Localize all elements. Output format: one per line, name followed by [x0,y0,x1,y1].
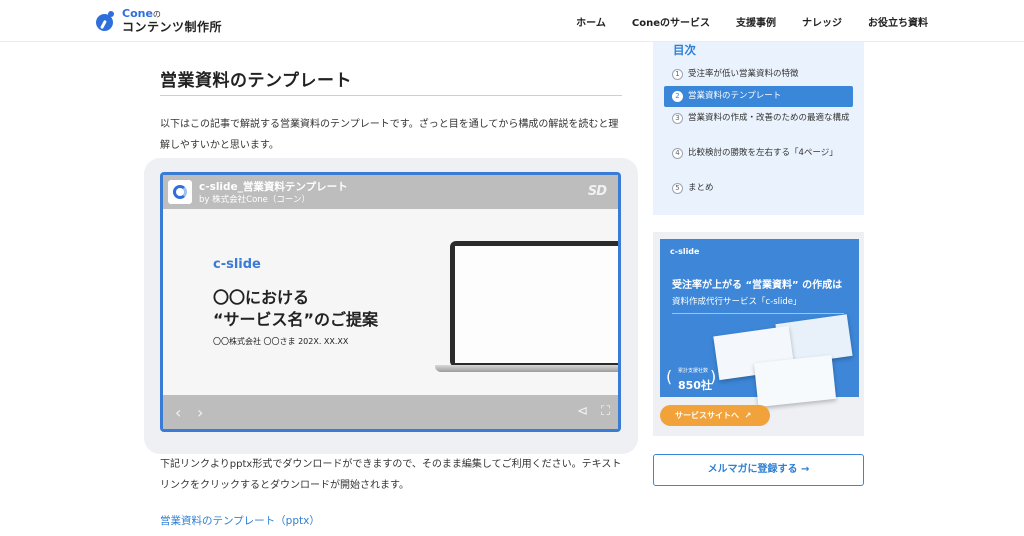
promo-logo: c-slide [670,247,700,256]
badge-caption: 累計支援社数 [678,368,709,374]
promo-divider [672,313,844,314]
nav-resources[interactable]: お役立ち資料 [868,14,928,29]
prev-slide-icon[interactable]: ‹ [175,403,181,422]
download-paragraph: 下記リンクよりpptx形式でダウンロードができますので、そのまま編集してご利用く… [160,459,622,491]
embed-author[interactable]: by 株式会社Cone（コーン） [199,193,310,205]
site-header: Coneの コンテンツ制作所 ホーム Coneのサービス 支援事例 ナレッジ お… [0,0,1024,42]
heading-divider [160,95,622,96]
speakerdeck-icon[interactable]: SD [588,184,607,199]
promo-subline: 資料作成代行サービス「c-slide」 [672,297,802,307]
toc-item[interactable]: 3 営業資料の作成・改善のための最適な構成 [664,112,853,125]
toc-number: 3 [672,113,683,124]
site-logo[interactable]: Coneの コンテンツ制作所 [96,8,222,33]
slide-embed[interactable]: c-slide_営業資料テンプレート by 株式会社Cone（コーン） SD c… [160,172,621,432]
laptop-illustration [450,241,618,367]
slide-brand: c-slide [213,257,261,272]
embed-title[interactable]: c-slide_営業資料テンプレート [199,179,348,194]
nav-home[interactable]: ホーム [576,14,606,29]
logo-no: の [152,10,161,19]
cone-logo-icon [96,10,116,31]
promo-headline: 受注率が上がる “営業資料” の作成は [672,280,843,291]
promo-banner[interactable]: c-slide 受注率が上がる “営業資料” の作成は 資料作成代行サービス「c… [660,239,859,407]
embed-controls: ‹ › ⊲ ⛶ [163,395,618,429]
promo-slide-image [753,355,837,407]
logo-subtitle: コンテンツ制作所 [122,20,223,34]
share-icon[interactable]: ⊲ [577,404,588,419]
next-slide-icon[interactable]: › [197,403,203,422]
laurel-left-icon: ( [666,367,673,386]
slide-client-date: 〇〇株式会社 〇〇さま 202X. XX.XX [213,337,349,346]
main-nav: ホーム Coneのサービス 支援事例 ナレッジ お役立ち資料 [576,14,928,29]
slide-heading-line2: “サービス名”のご提案 [213,310,379,329]
toc-number: 2 [672,91,683,102]
slide-heading-line1: 〇〇における [213,288,310,307]
external-link-icon: ↗ [741,411,752,420]
toc-label: 営業資料の作成・改善のための最適な構成 [688,113,850,123]
toc-label: 営業資料のテンプレート [688,91,782,101]
badge-number: 850社 [678,379,712,392]
intro-paragraph: 以下はこの記事で解説する営業資料のテンプレートです。ざっと目を通してから構成の解… [160,119,619,151]
c-slide-promo: c-slide 受注率が上がる “営業資料” の作成は 資料作成代行サービス「c… [653,232,864,436]
service-site-button[interactable]: サービスサイトへ ↗ [660,405,770,426]
service-site-label: サービスサイトへ [675,411,739,420]
newsletter-button[interactable]: メルマガに登録する → [653,454,864,486]
fullscreen-icon[interactable]: ⛶ [601,404,610,419]
toc-item[interactable]: 5 まとめ [664,182,853,195]
toc-label: 比較検討の勝敗を左右する「4ページ」 [688,148,838,158]
toc-item[interactable]: 4 比較検討の勝敗を左右する「4ページ」 [664,147,853,160]
embed-avatar[interactable] [168,180,192,204]
laptop-base [435,365,618,372]
toc-item[interactable]: 1 受注率が低い営業資料の特徴 [664,68,853,81]
toc-title: 目次 [673,43,696,57]
toc-item-active[interactable]: 2 営業資料のテンプレート [664,86,853,107]
nav-knowledge[interactable]: ナレッジ [802,14,842,29]
table-of-contents: 目次 1 受注率が低い営業資料の特徴 2 営業資料のテンプレート 3 営業資料の… [653,42,864,215]
logo-brand: Cone [122,7,153,20]
nav-case-studies[interactable]: 支援事例 [736,14,776,29]
toc-number: 1 [672,69,683,80]
toc-number: 4 [672,148,683,159]
toc-label: 受注率が低い営業資料の特徴 [688,69,799,79]
toc-number: 5 [672,183,683,194]
section-heading: 営業資料のテンプレート [160,71,352,91]
toc-label: まとめ [688,183,714,193]
embed-title-bar: c-slide_営業資料テンプレート by 株式会社Cone（コーン） SD [163,175,618,209]
nav-services[interactable]: Coneのサービス [632,14,710,29]
template-download-link[interactable]: 営業資料のテンプレート（pptx） [160,513,320,528]
